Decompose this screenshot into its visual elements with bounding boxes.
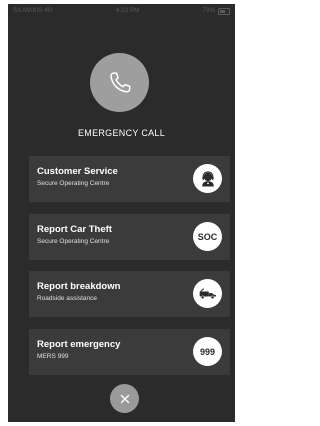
option-subtitle: Secure Operating Centre bbox=[37, 238, 110, 245]
status-bar: SA MAXIS 4G 4:33 PM 73% bbox=[8, 4, 235, 18]
option-label: Report Car Theft bbox=[37, 224, 112, 235]
status-time: 4:33 PM bbox=[115, 8, 140, 14]
option-subtitle: Secure Operating Centre bbox=[37, 180, 110, 187]
page-title: EMERGENCY CALL bbox=[77, 128, 166, 138]
customer-service-option[interactable]: Customer Service Secure Operating Centre bbox=[29, 156, 230, 202]
status-right: 73% bbox=[202, 7, 230, 15]
tow-truck-icon bbox=[193, 279, 222, 308]
emergency-call-screen: SA MAXIS 4G 4:33 PM 73% EMERGENCY CALL C… bbox=[8, 4, 235, 422]
option-label: Customer Service bbox=[37, 166, 118, 177]
battery-icon bbox=[218, 7, 230, 15]
report-car-theft-option[interactable]: Report Car Theft Secure Operating Centre… bbox=[29, 214, 230, 260]
carrier-label: SA MAXIS 4G bbox=[13, 8, 53, 14]
headset-agent-icon bbox=[193, 164, 222, 193]
phone-icon bbox=[90, 53, 149, 112]
report-breakdown-option[interactable]: Report breakdown Roadside assistance bbox=[29, 271, 230, 317]
option-label: Report emergency bbox=[37, 339, 121, 350]
battery-percent: 73% bbox=[202, 8, 215, 14]
option-label: Report breakdown bbox=[37, 281, 121, 292]
close-icon bbox=[120, 394, 129, 403]
option-subtitle: Roadside assistance bbox=[37, 295, 97, 302]
soc-badge: SOC bbox=[193, 222, 222, 251]
close-button[interactable] bbox=[110, 384, 139, 413]
report-emergency-option[interactable]: Report emergency MERS 999 999 bbox=[29, 329, 230, 375]
mers-999-badge: 999 bbox=[193, 337, 222, 366]
option-subtitle: MERS 999 bbox=[37, 353, 69, 360]
